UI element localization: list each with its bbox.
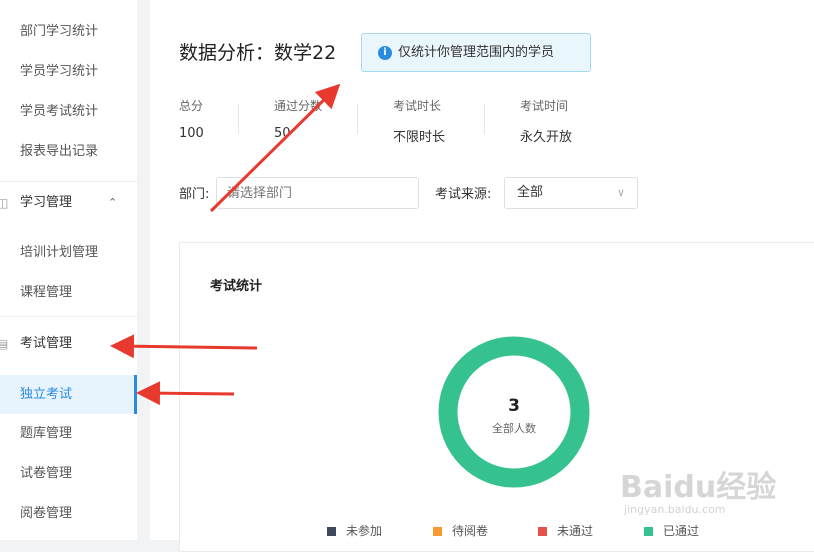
dept-filter-label: 部门: — [179, 187, 210, 202]
stat-pass-score: 通过分数 50 — [274, 97, 322, 141]
sidebar-item-course[interactable]: 课程管理 — [0, 273, 137, 313]
donut-total: 3 — [508, 396, 520, 416]
stat-value: 50 — [274, 126, 291, 141]
page-title: 数据分析：数学22 — [179, 42, 337, 64]
legend-item-failed[interactable]: 未通过 — [538, 522, 593, 539]
sidebar-item-student-exam-stats[interactable]: 学员考试统计 — [0, 92, 137, 132]
legend-swatch — [433, 527, 442, 536]
stat-label: 总分 — [179, 99, 204, 113]
legend-label: 待阅卷 — [452, 524, 489, 538]
legend-swatch — [327, 527, 336, 536]
baidu-watermark: Baidu经验 — [620, 470, 777, 505]
source-select-value: 全部 — [517, 185, 544, 200]
scope-notice: i 仅统计你管理范围内的学员 — [361, 33, 591, 72]
legend-swatch — [538, 527, 547, 536]
sidebar-group-label: 考试管理 — [20, 336, 73, 351]
legend-item-passed[interactable]: 已通过 — [644, 522, 699, 539]
chevron-up-icon: ⌃ — [108, 196, 118, 209]
sidebar-divider — [0, 181, 137, 182]
sidebar-divider — [0, 316, 137, 317]
sidebar: 部门学习统计 学员学习统计 学员考试统计 报表导出记录 ◫ 学习管理 ⌃ 培训计… — [0, 0, 137, 540]
stat-value: 永久开放 — [520, 130, 573, 145]
sidebar-item-dept-study-stats[interactable]: 部门学习统计 — [0, 12, 137, 52]
slice-label: 3人 — [513, 472, 534, 487]
stat-separator — [238, 104, 239, 134]
source-select[interactable]: 全部 ∨ — [504, 177, 638, 209]
book-icon: ◫ — [0, 196, 9, 210]
card-title: 考试统计 — [210, 279, 263, 294]
stat-separator — [357, 104, 358, 134]
legend-label: 未通过 — [557, 524, 594, 538]
stat-value: 100 — [179, 126, 204, 141]
dept-select-input[interactable] — [216, 177, 419, 209]
sidebar-group-label: 学习管理 — [20, 195, 73, 210]
donut-caption: 全部人数 — [492, 421, 536, 435]
info-icon: i — [378, 46, 392, 60]
legend-swatch — [644, 527, 653, 536]
stat-duration: 考试时长 不限时长 — [393, 97, 445, 145]
sidebar-group-exam[interactable]: ▤ 考试管理 — [0, 324, 137, 364]
sidebar-item-question-bank[interactable]: 题库管理 — [0, 414, 137, 454]
sidebar-item-export-records[interactable]: 报表导出记录 — [0, 132, 137, 172]
chevron-down-icon: ∨ — [616, 186, 625, 199]
exam-icon: ▤ — [0, 337, 9, 351]
sidebar-item-marking[interactable]: 阅卷管理 — [0, 494, 137, 534]
sidebar-item-training-plan[interactable]: 培训计划管理 — [0, 233, 137, 273]
stat-label: 考试时间 — [520, 99, 569, 113]
stat-exam-time: 考试时间 永久开放 — [520, 97, 572, 145]
legend-item-not-joined[interactable]: 未参加 — [327, 522, 382, 539]
legend-item-pending[interactable]: 待阅卷 — [433, 522, 488, 539]
stat-label: 通过分数 — [274, 99, 323, 113]
baidu-watermark-url: jingyan.baidu.com — [624, 503, 726, 516]
stat-value: 不限时长 — [393, 130, 446, 145]
main-panel: 数据分析：数学22 i 仅统计你管理范围内的学员 总分 100 通过分数 50 … — [150, 0, 814, 552]
legend-label: 已通过 — [663, 524, 700, 538]
stat-separator — [484, 104, 485, 134]
source-filter-label: 考试来源: — [435, 187, 492, 202]
sidebar-item-student-study-stats[interactable]: 学员学习统计 — [0, 52, 137, 92]
donut-chart: 3人 3 全部人数 — [438, 336, 590, 488]
sidebar-item-independent-exam[interactable]: 独立考试 — [0, 375, 137, 414]
stat-label: 考试时长 — [393, 99, 442, 113]
stat-total-score: 总分 100 — [179, 97, 204, 141]
notice-text: 仅统计你管理范围内的学员 — [398, 45, 555, 60]
legend-label: 未参加 — [346, 524, 383, 538]
sidebar-item-paper[interactable]: 试卷管理 — [0, 454, 137, 494]
sidebar-group-learning[interactable]: ◫ 学习管理 ⌃ — [0, 183, 137, 223]
